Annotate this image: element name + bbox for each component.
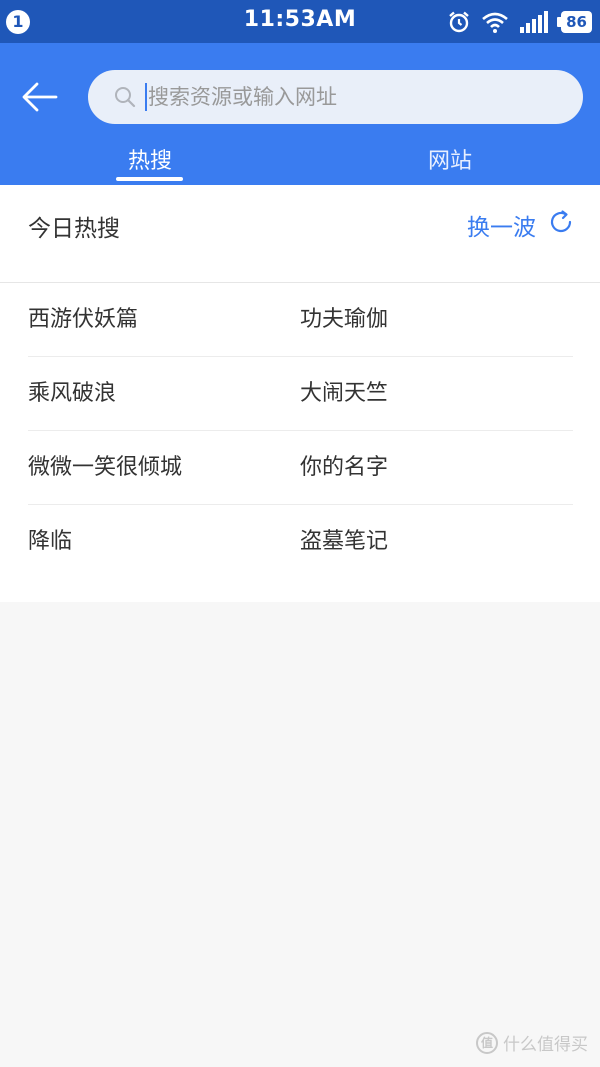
alarm-icon — [447, 10, 471, 34]
search-input[interactable] — [148, 70, 548, 124]
hot-item[interactable]: 你的名字 — [300, 431, 388, 505]
list-row: 西游伏妖篇 功夫瑜伽 — [28, 283, 573, 357]
refresh-icon — [548, 209, 574, 241]
active-tab-indicator — [116, 177, 183, 181]
refresh-button[interactable]: 换一波 — [467, 207, 574, 243]
hot-item[interactable]: 西游伏妖篇 — [28, 283, 138, 357]
hot-item[interactable]: 盗墓笔记 — [300, 505, 388, 579]
status-bar: 1 11:53AM 86 — [0, 0, 600, 43]
wifi-icon — [481, 11, 509, 33]
system-icons: 86 — [447, 8, 592, 36]
hot-item[interactable]: 降临 — [28, 505, 72, 579]
list-row: 微微一笑很倾城 你的名字 — [28, 431, 573, 505]
panel-header: 今日热搜 换一波 — [0, 185, 600, 283]
watermark: 值 什么值得买 — [476, 1030, 588, 1055]
hot-item[interactable]: 功夫瑜伽 — [300, 283, 388, 357]
app-header: 热搜 网站 — [0, 43, 600, 185]
refresh-label: 换一波 — [467, 215, 536, 241]
search-icon — [114, 86, 136, 112]
hot-search-panel: 今日热搜 换一波 西游伏妖篇 功夫瑜伽 乘风破浪 大闹天竺 微微一笑很倾城 你的… — [0, 185, 600, 602]
list-row: 乘风破浪 大闹天竺 — [28, 357, 573, 431]
tab-websites[interactable]: 网站 — [410, 143, 490, 185]
signal-icon — [519, 11, 551, 33]
back-arrow-icon — [22, 82, 58, 112]
search-bar[interactable] — [88, 70, 583, 124]
list-row: 降临 盗墓笔记 — [28, 505, 573, 579]
watermark-text: 什么值得买 — [503, 1035, 588, 1055]
panel-title: 今日热搜 — [28, 216, 120, 242]
hot-item[interactable]: 微微一笑很倾城 — [28, 431, 182, 505]
battery-indicator: 86 — [557, 11, 592, 33]
hot-search-list: 西游伏妖篇 功夫瑜伽 乘风破浪 大闹天竺 微微一笑很倾城 你的名字 降临 盗墓笔… — [28, 283, 573, 579]
hot-item[interactable]: 大闹天竺 — [300, 357, 388, 431]
text-cursor — [145, 83, 147, 111]
watermark-logo: 值 — [476, 1031, 498, 1054]
hot-item[interactable]: 乘风破浪 — [28, 357, 116, 431]
back-button[interactable] — [20, 77, 60, 117]
